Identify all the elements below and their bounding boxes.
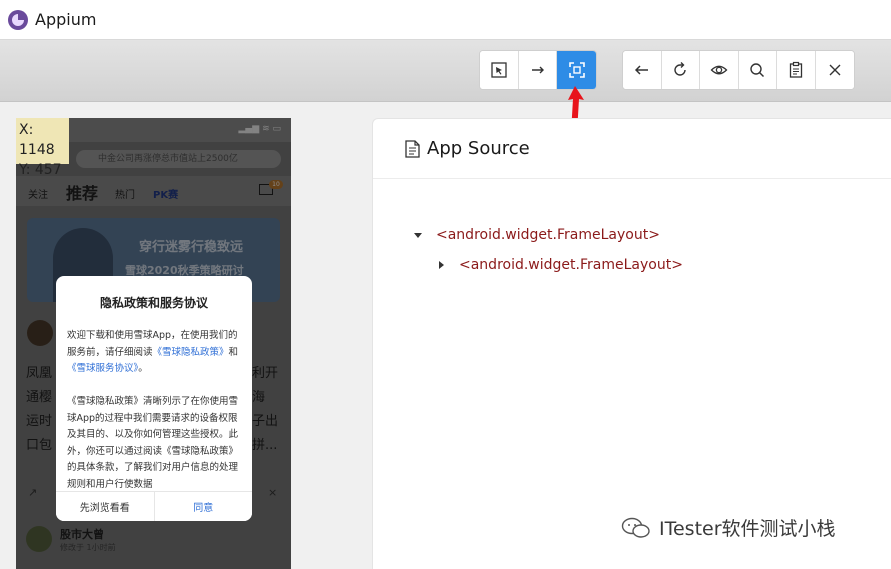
tree-node[interactable]: <android.widget.FrameLayout> [435, 257, 683, 273]
copy-source-button[interactable] [777, 51, 816, 89]
dialog-paragraph: 《雪球隐私政策》清晰列示了在你使用雪球App的过程中我们需要请求的设备权限及其目… [67, 396, 239, 490]
select-element-icon [491, 62, 507, 78]
search-icon [750, 63, 765, 78]
dialog-text: 和 [228, 346, 239, 358]
tree-node-label[interactable]: <android.widget.FrameLayout> [436, 227, 660, 243]
interaction-mode-group [479, 50, 597, 90]
clipboard-icon [789, 61, 802, 78]
session-actions-group [622, 50, 855, 90]
y-coordinate: Y: 457 [19, 162, 62, 178]
search-button[interactable] [738, 51, 777, 89]
back-button[interactable] [623, 51, 662, 89]
tap-coordinates-icon [568, 62, 585, 78]
document-icon [405, 139, 420, 158]
refresh-button[interactable] [661, 51, 700, 89]
toggle-visibility-button[interactable] [700, 51, 739, 89]
appium-logo-icon [8, 9, 28, 30]
app-title: Appium [35, 10, 97, 29]
close-icon [829, 64, 841, 76]
device-screenshot[interactable]: ▂▄▆ ≋ ▭ X: 1148 Y: 457 中金公司再涨停总市值站上2500亿… [16, 118, 291, 569]
dialog-footer: 先浏览看看 同意 [56, 491, 252, 521]
back-icon [634, 65, 648, 75]
refresh-icon [674, 62, 686, 76]
dialog-text: 。 [138, 363, 148, 374]
coordinate-readout: X: 1148 Y: 457 [16, 118, 69, 178]
caret-down-icon[interactable] [412, 229, 424, 241]
dialog-body: 欢迎下载和使用雪球App，在使用我们的服务前，请仔细阅读《雪球隐私政策》和《雪球… [67, 328, 245, 510]
x-coordinate: X: 1148 [19, 122, 55, 158]
watermark: ITester软件测试小栈 [621, 514, 836, 541]
inspector-toolbar [0, 40, 891, 102]
app-source-panel: App Source <android.widget.FrameLayout> … [372, 118, 891, 569]
watermark-text: ITester软件测试小栈 [659, 518, 836, 540]
dialog-title: 隐私政策和服务协议 [99, 296, 208, 310]
privacy-dialog: 隐私政策和服务协议 欢迎下载和使用雪球App，在使用我们的服务前，请仔细阅读《雪… [56, 276, 252, 521]
eye-icon [710, 65, 728, 75]
app-source-title: App Source [427, 138, 530, 159]
swipe-icon [531, 66, 544, 74]
agree-button[interactable]: 同意 [155, 492, 253, 521]
title-bar: Appium [0, 0, 891, 40]
tree-node[interactable]: <android.widget.FrameLayout> [412, 227, 660, 243]
select-element-button[interactable] [480, 51, 519, 89]
privacy-policy-link[interactable]: 《雪球隐私政策》 [153, 347, 229, 358]
app-source-header: App Source [373, 119, 891, 179]
tap-coordinates-button[interactable] [557, 51, 596, 89]
tree-node-label[interactable]: <android.widget.FrameLayout> [459, 257, 683, 273]
wechat-icon [621, 517, 650, 538]
caret-right-icon[interactable] [435, 259, 447, 271]
browse-first-button[interactable]: 先浏览看看 [56, 492, 155, 521]
swipe-button[interactable] [518, 51, 558, 89]
service-agreement-link[interactable]: 《雪球服务协议》 [67, 363, 138, 374]
quit-session-button[interactable] [815, 51, 854, 89]
